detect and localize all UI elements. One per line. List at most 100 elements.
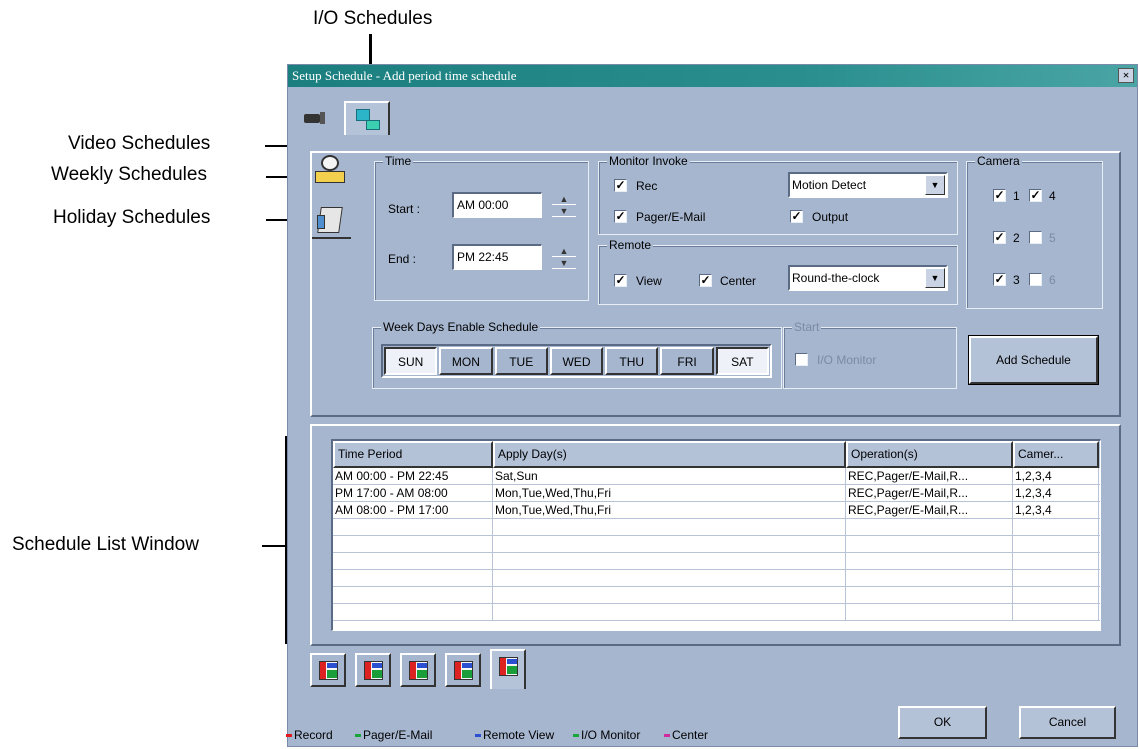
- video-camera-icon: [304, 112, 328, 124]
- io-schedules-callout: I/O Schedules: [313, 8, 433, 29]
- ok-button[interactable]: OK: [898, 706, 987, 739]
- camera-2-checkbox[interactable]: ✓: [993, 231, 1006, 244]
- schedule-tab-5[interactable]: [490, 649, 526, 689]
- spin-down-icon[interactable]: ▼: [552, 257, 576, 269]
- table-row[interactable]: [333, 570, 1100, 587]
- tab-video-schedules[interactable]: [296, 101, 344, 135]
- table-cell: Sat,Sun: [493, 468, 846, 484]
- time-group: Time: [374, 154, 589, 301]
- table-row[interactable]: AM 00:00 - PM 22:45 Sat,Sun REC,Pager/E-Ma…: [333, 468, 1100, 485]
- rec-checkbox[interactable]: ✓: [614, 179, 627, 192]
- table-cell: Mon,Tue,Wed,Thu,Fri: [493, 485, 846, 501]
- day-mon-toggle[interactable]: MON: [439, 347, 493, 375]
- center-label: Center: [720, 274, 757, 288]
- pager-email-label: Pager/E-Mail: [636, 210, 706, 224]
- start-group-label: Start: [792, 320, 822, 334]
- spin-up-icon[interactable]: ▲: [552, 193, 576, 205]
- add-schedule-button[interactable]: Add Schedule: [968, 335, 1099, 385]
- camera-1-checkbox[interactable]: ✓: [993, 189, 1006, 202]
- remote-view-color-swatch: [475, 734, 481, 738]
- camera-6-label: 6: [1049, 273, 1056, 287]
- camera-6-checkbox[interactable]: [1029, 273, 1042, 286]
- day-thu-toggle[interactable]: THU: [605, 347, 659, 375]
- camera-3-checkbox[interactable]: ✓: [993, 273, 1006, 286]
- monitor-mode-select[interactable]: Motion Detect ▼: [788, 172, 948, 198]
- camera-4-label: 4: [1049, 189, 1056, 203]
- legend-pager: Pager/E-Mail: [355, 728, 432, 742]
- table-cell: AM 08:00 - PM 17:00: [333, 502, 493, 518]
- table-row[interactable]: [333, 587, 1100, 604]
- schedule-tab-4[interactable]: [445, 653, 481, 687]
- table-row[interactable]: [333, 519, 1100, 536]
- column-header[interactable]: Apply Day(s): [493, 441, 846, 468]
- start-label: Start :: [388, 202, 421, 216]
- legend-io-monitor: I/O Monitor: [573, 728, 640, 742]
- output-checkbox[interactable]: ✓: [790, 210, 803, 223]
- spin-up-icon[interactable]: ▲: [552, 245, 576, 257]
- table-cell: [1013, 519, 1099, 535]
- camera-3-label: 3: [1013, 273, 1020, 287]
- table-cell: [493, 570, 846, 586]
- dialog-title: Setup Schedule - Add period time schedul…: [292, 68, 517, 83]
- camera-4-checkbox[interactable]: ✓: [1029, 189, 1042, 202]
- schedule-tab-2-icon: [364, 661, 383, 680]
- legend-center: Center: [664, 728, 708, 742]
- legend-record: Record: [286, 728, 333, 742]
- column-header[interactable]: Operation(s): [846, 441, 1013, 468]
- day-wed-toggle[interactable]: WED: [549, 347, 604, 375]
- io-monitor-checkbox[interactable]: [795, 353, 808, 366]
- video-schedules-callout: Video Schedules: [68, 133, 211, 154]
- tab-io-schedules[interactable]: [344, 101, 390, 135]
- start-time-field[interactable]: AM 00:00: [452, 192, 542, 218]
- column-header[interactable]: Camer...: [1013, 441, 1099, 468]
- camera-5-checkbox[interactable]: [1029, 231, 1042, 244]
- schedule-list-table[interactable]: Time Period Apply Day(s) Operation(s) Camer…: [331, 439, 1101, 631]
- close-button[interactable]: ×: [1118, 68, 1134, 83]
- table-cell: REC,Pager/E-Mail,R...: [846, 468, 1013, 484]
- start-time-arrows[interactable]: ▲ ▼: [552, 193, 576, 217]
- legend-remote-view-label: Remote View: [483, 728, 555, 742]
- monitor-mode-value: Motion Detect: [792, 178, 867, 192]
- table-cell: [846, 587, 1013, 603]
- table-cell: PM 17:00 - AM 08:00: [333, 485, 493, 501]
- weekdays-group-label: Week Days Enable Schedule: [381, 320, 541, 334]
- table-row[interactable]: [333, 536, 1100, 553]
- legend-record-label: Record: [294, 728, 333, 742]
- schedule-tab-2[interactable]: [355, 653, 391, 687]
- day-sat-toggle[interactable]: SAT: [715, 347, 769, 375]
- setup-schedule-dialog: Setup Schedule - Add period time schedul…: [286, 64, 1138, 747]
- io-monitor-label: I/O Monitor: [817, 353, 877, 367]
- schedule-list-window-callout: Schedule List Window: [12, 534, 199, 555]
- center-checkbox[interactable]: ✓: [699, 274, 712, 287]
- remote-mode-select[interactable]: Round-the-clock ▼: [788, 265, 948, 291]
- table-cell: 1,2,3,4: [1013, 502, 1099, 518]
- table-row[interactable]: PM 17:00 - AM 08:00 Mon,Tue,Wed,Thu,Fri RE…: [333, 485, 1100, 502]
- day-tue-toggle[interactable]: TUE: [494, 347, 548, 375]
- output-label: Output: [812, 210, 849, 224]
- cancel-button[interactable]: Cancel: [1019, 706, 1116, 739]
- table-cell: [493, 553, 846, 569]
- table-row[interactable]: AM 08:00 - PM 17:00 Mon,Tue,Wed,Thu,Fri RE…: [333, 502, 1100, 519]
- remote-label: Remote: [607, 238, 654, 252]
- pager-color-swatch: [355, 734, 361, 738]
- spin-down-icon[interactable]: ▼: [552, 205, 576, 217]
- record-color-swatch: [286, 734, 292, 738]
- chevron-down-icon[interactable]: ▼: [925, 175, 945, 195]
- end-time-arrows[interactable]: ▲ ▼: [552, 245, 576, 269]
- day-sun-toggle[interactable]: SUN: [384, 347, 438, 375]
- pager-email-checkbox[interactable]: ✓: [614, 210, 627, 223]
- weekday-selector: SUN MON TUE WED THU FRI SAT: [381, 344, 772, 378]
- view-checkbox[interactable]: ✓: [614, 274, 627, 287]
- schedule-tab-1[interactable]: [310, 653, 346, 687]
- day-fri-toggle[interactable]: FRI: [660, 347, 714, 375]
- remote-mode-value: Round-the-clock: [792, 271, 880, 285]
- end-time-field[interactable]: PM 22:45: [452, 244, 542, 270]
- schedule-tab-3[interactable]: [400, 653, 436, 687]
- table-row[interactable]: [333, 604, 1100, 621]
- schedule-tab-4-icon: [454, 661, 473, 680]
- column-header[interactable]: Time Period: [333, 441, 493, 468]
- table-cell: 1,2,3,4: [1013, 468, 1099, 484]
- table-row[interactable]: [333, 553, 1100, 570]
- chevron-down-icon[interactable]: ▼: [925, 268, 945, 288]
- dialog-titlebar[interactable]: Setup Schedule - Add period time schedul…: [288, 65, 1137, 87]
